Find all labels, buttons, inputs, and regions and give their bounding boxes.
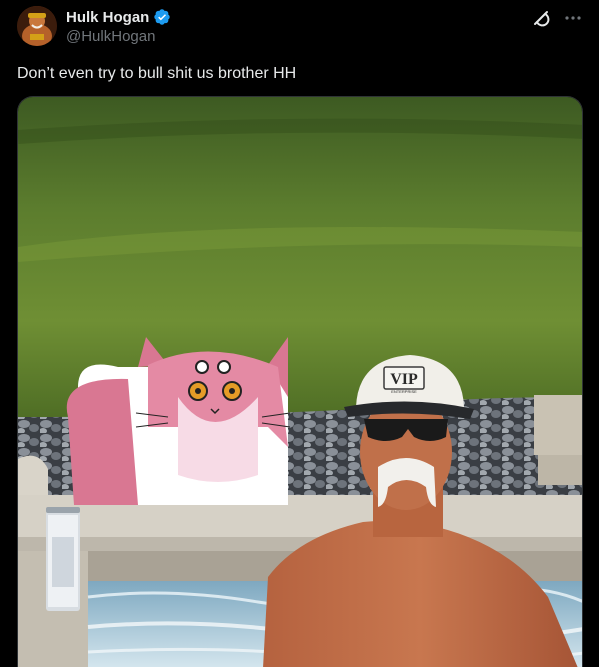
grok-icon[interactable] (531, 8, 551, 28)
author-display-name[interactable]: Hulk Hogan (66, 9, 149, 26)
author-handle[interactable]: @HulkHogan (66, 28, 155, 45)
tweet-text: Don’t even try to bull shit us brother H… (17, 65, 297, 82)
photo-hulk-hogan-hot-tub: VIP ENTERPRISE (18, 97, 582, 667)
more-options-icon[interactable] (563, 8, 583, 28)
tweet-media-image[interactable]: VIP ENTERPRISE (17, 96, 583, 667)
profile-photo-icon (17, 6, 57, 46)
tweet-top-actions (531, 8, 583, 28)
cap-logo-subtext: ENTERPRISE (391, 389, 417, 394)
avatar[interactable] (17, 6, 57, 46)
tweet-card: Hulk Hogan @HulkHogan Don’t even try to … (0, 0, 599, 667)
cap-logo-text: VIP (390, 371, 418, 388)
verified-badge-icon (154, 9, 171, 25)
author-name-row[interactable]: Hulk Hogan (66, 7, 171, 27)
